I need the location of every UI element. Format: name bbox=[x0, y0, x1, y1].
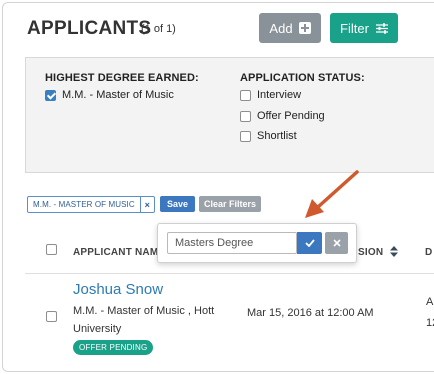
degree-option-master-of-music[interactable]: M.M. - Master of Music bbox=[45, 89, 174, 101]
next-column-value: A bbox=[426, 296, 434, 308]
filter-panel: HIGHEST DEGREE EARNED: M.M. - Master of … bbox=[25, 57, 434, 173]
column-header-applicant-name[interactable]: APPLICANT NAME bbox=[73, 247, 165, 258]
select-all-checkbox[interactable] bbox=[46, 244, 57, 255]
status-option-offer-pending[interactable]: Offer Pending bbox=[240, 110, 325, 122]
row-checkbox[interactable] bbox=[46, 311, 57, 322]
add-button[interactable]: Add bbox=[259, 13, 321, 43]
sort-icon[interactable] bbox=[390, 246, 398, 257]
checkbox[interactable] bbox=[45, 89, 56, 101]
clear-filters-button[interactable]: Clear Filters bbox=[199, 196, 261, 212]
filter-button-label: Filter bbox=[340, 20, 369, 36]
active-filter-label: M.M. - MASTER OF MUSIC bbox=[33, 200, 135, 209]
confirm-save-button[interactable] bbox=[297, 232, 322, 254]
app-window: APPLICANTS (1 of 1) Add Filter HIGHEST D… bbox=[2, 2, 434, 372]
status-option-shortlist[interactable]: Shortlist bbox=[240, 130, 297, 142]
status-option-label: Offer Pending bbox=[257, 110, 325, 122]
close-icon bbox=[332, 239, 341, 247]
check-icon bbox=[304, 239, 315, 247]
status-badge: OFFER PENDING bbox=[73, 340, 154, 355]
filter-name-input[interactable] bbox=[167, 232, 297, 254]
applicant-count: (1 of 1) bbox=[141, 23, 176, 35]
active-filter-chip: M.M. - MASTER OF MUSIC × bbox=[27, 196, 155, 213]
checkbox[interactable] bbox=[240, 110, 251, 122]
cancel-save-button[interactable] bbox=[325, 232, 348, 254]
column-header-submission[interactable]: SION bbox=[358, 247, 383, 258]
applicant-degree: M.M. - Master of Music , Hott University bbox=[73, 305, 215, 335]
applicant-name-link[interactable]: Joshua Snow bbox=[73, 281, 163, 298]
add-button-label: Add bbox=[269, 20, 293, 36]
submission-date: Mar 15, 2016 at 12:00 AM bbox=[247, 307, 374, 319]
checkbox[interactable] bbox=[240, 89, 251, 101]
next-column-value-2: 12 bbox=[426, 317, 434, 329]
checkbox[interactable] bbox=[240, 130, 251, 142]
degree-filter-heading: HIGHEST DEGREE EARNED: bbox=[45, 72, 199, 84]
save-filter-button[interactable]: Save bbox=[160, 196, 195, 212]
status-filter-heading: APPLICATION STATUS: bbox=[240, 72, 365, 84]
remove-filter-icon[interactable]: × bbox=[139, 197, 154, 212]
save-filter-popup bbox=[157, 223, 357, 263]
status-option-interview[interactable]: Interview bbox=[240, 89, 301, 101]
plus-square-icon bbox=[298, 22, 311, 34]
page-title: APPLICANTS bbox=[27, 18, 152, 39]
column-header-next[interactable]: D bbox=[425, 247, 432, 258]
status-option-label: Interview bbox=[257, 89, 302, 101]
table-divider bbox=[25, 273, 434, 274]
degree-option-label: M.M. - Master of Music bbox=[62, 89, 174, 101]
filter-button[interactable]: Filter bbox=[330, 13, 398, 43]
sliders-icon bbox=[375, 22, 388, 34]
status-option-label: Shortlist bbox=[257, 130, 297, 142]
